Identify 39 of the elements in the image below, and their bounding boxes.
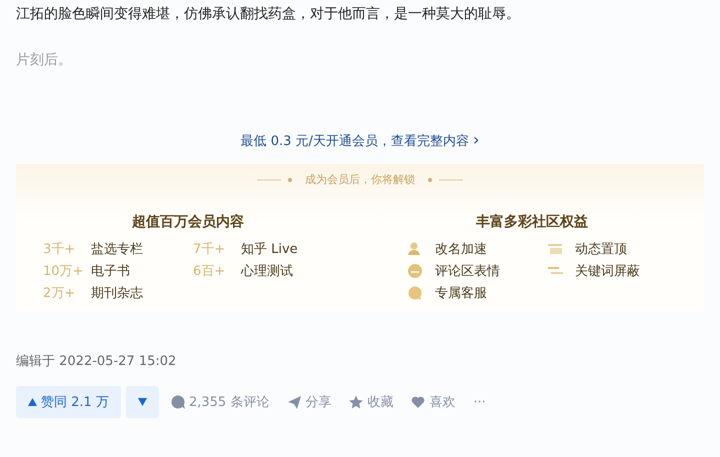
chat-bubble-icon [407, 285, 423, 301]
paragraph: 片刻后。 [16, 51, 73, 70]
action-button[interactable]: 2,355 条评论 [170, 393, 270, 411]
triangle-up-icon [28, 398, 37, 406]
count-label: 3千+ [43, 241, 76, 258]
item-label: 专属客服 [435, 285, 487, 302]
action-button[interactable]: 分享 [287, 393, 332, 411]
item-label: 关键词屏蔽 [575, 263, 640, 280]
speech-bubble-icon [170, 395, 185, 409]
upvote-button[interactable]: 赞同 2.1 万 [16, 386, 121, 418]
paper-plane-icon [287, 395, 302, 409]
item-label: 心理测试 [241, 263, 293, 280]
action-button[interactable]: 喜欢 [411, 393, 456, 411]
member-link[interactable]: 最低 0.3 元/天开通会员，查看完整内容 › [240, 130, 480, 150]
count-label: 6百+ [193, 263, 226, 280]
heart-icon [411, 395, 426, 409]
section-title: 超值百万会员内容 [132, 213, 244, 231]
downvote-button[interactable] [126, 386, 159, 418]
count-label: 2万+ [43, 285, 76, 302]
divider-ornament [427, 176, 463, 182]
paragraph: 江拓的脸色瞬间变得难堪，仿佛承认翻找药盒，对于他而言，是一种莫大的耻辱。 [16, 5, 521, 24]
triangle-down-icon [138, 398, 147, 406]
item-label: 评论区表情 [435, 263, 500, 280]
section-title: 丰富多彩社区权益 [476, 213, 588, 231]
item-label: 盐选专栏 [91, 241, 143, 258]
item-label: 期刊杂志 [91, 285, 143, 302]
item-label: 改名加速 [435, 241, 487, 258]
item-label: 动态置顶 [575, 241, 627, 258]
person-icon [407, 241, 423, 257]
edit-time: 编辑于 2022-05-27 15:02 [16, 353, 178, 370]
divider-ornament [257, 176, 293, 182]
count-label: 7千+ [193, 241, 226, 258]
item-label: 知乎 Live [241, 241, 298, 258]
action-button[interactable]: 收藏 [349, 393, 394, 411]
star-icon [349, 395, 364, 409]
more-button[interactable]: ··· [473, 394, 486, 410]
count-label: 10万+ [43, 263, 84, 280]
panel-heading: 成为会员后，你将解锁 [305, 172, 415, 187]
item-label: 电子书 [91, 263, 130, 280]
